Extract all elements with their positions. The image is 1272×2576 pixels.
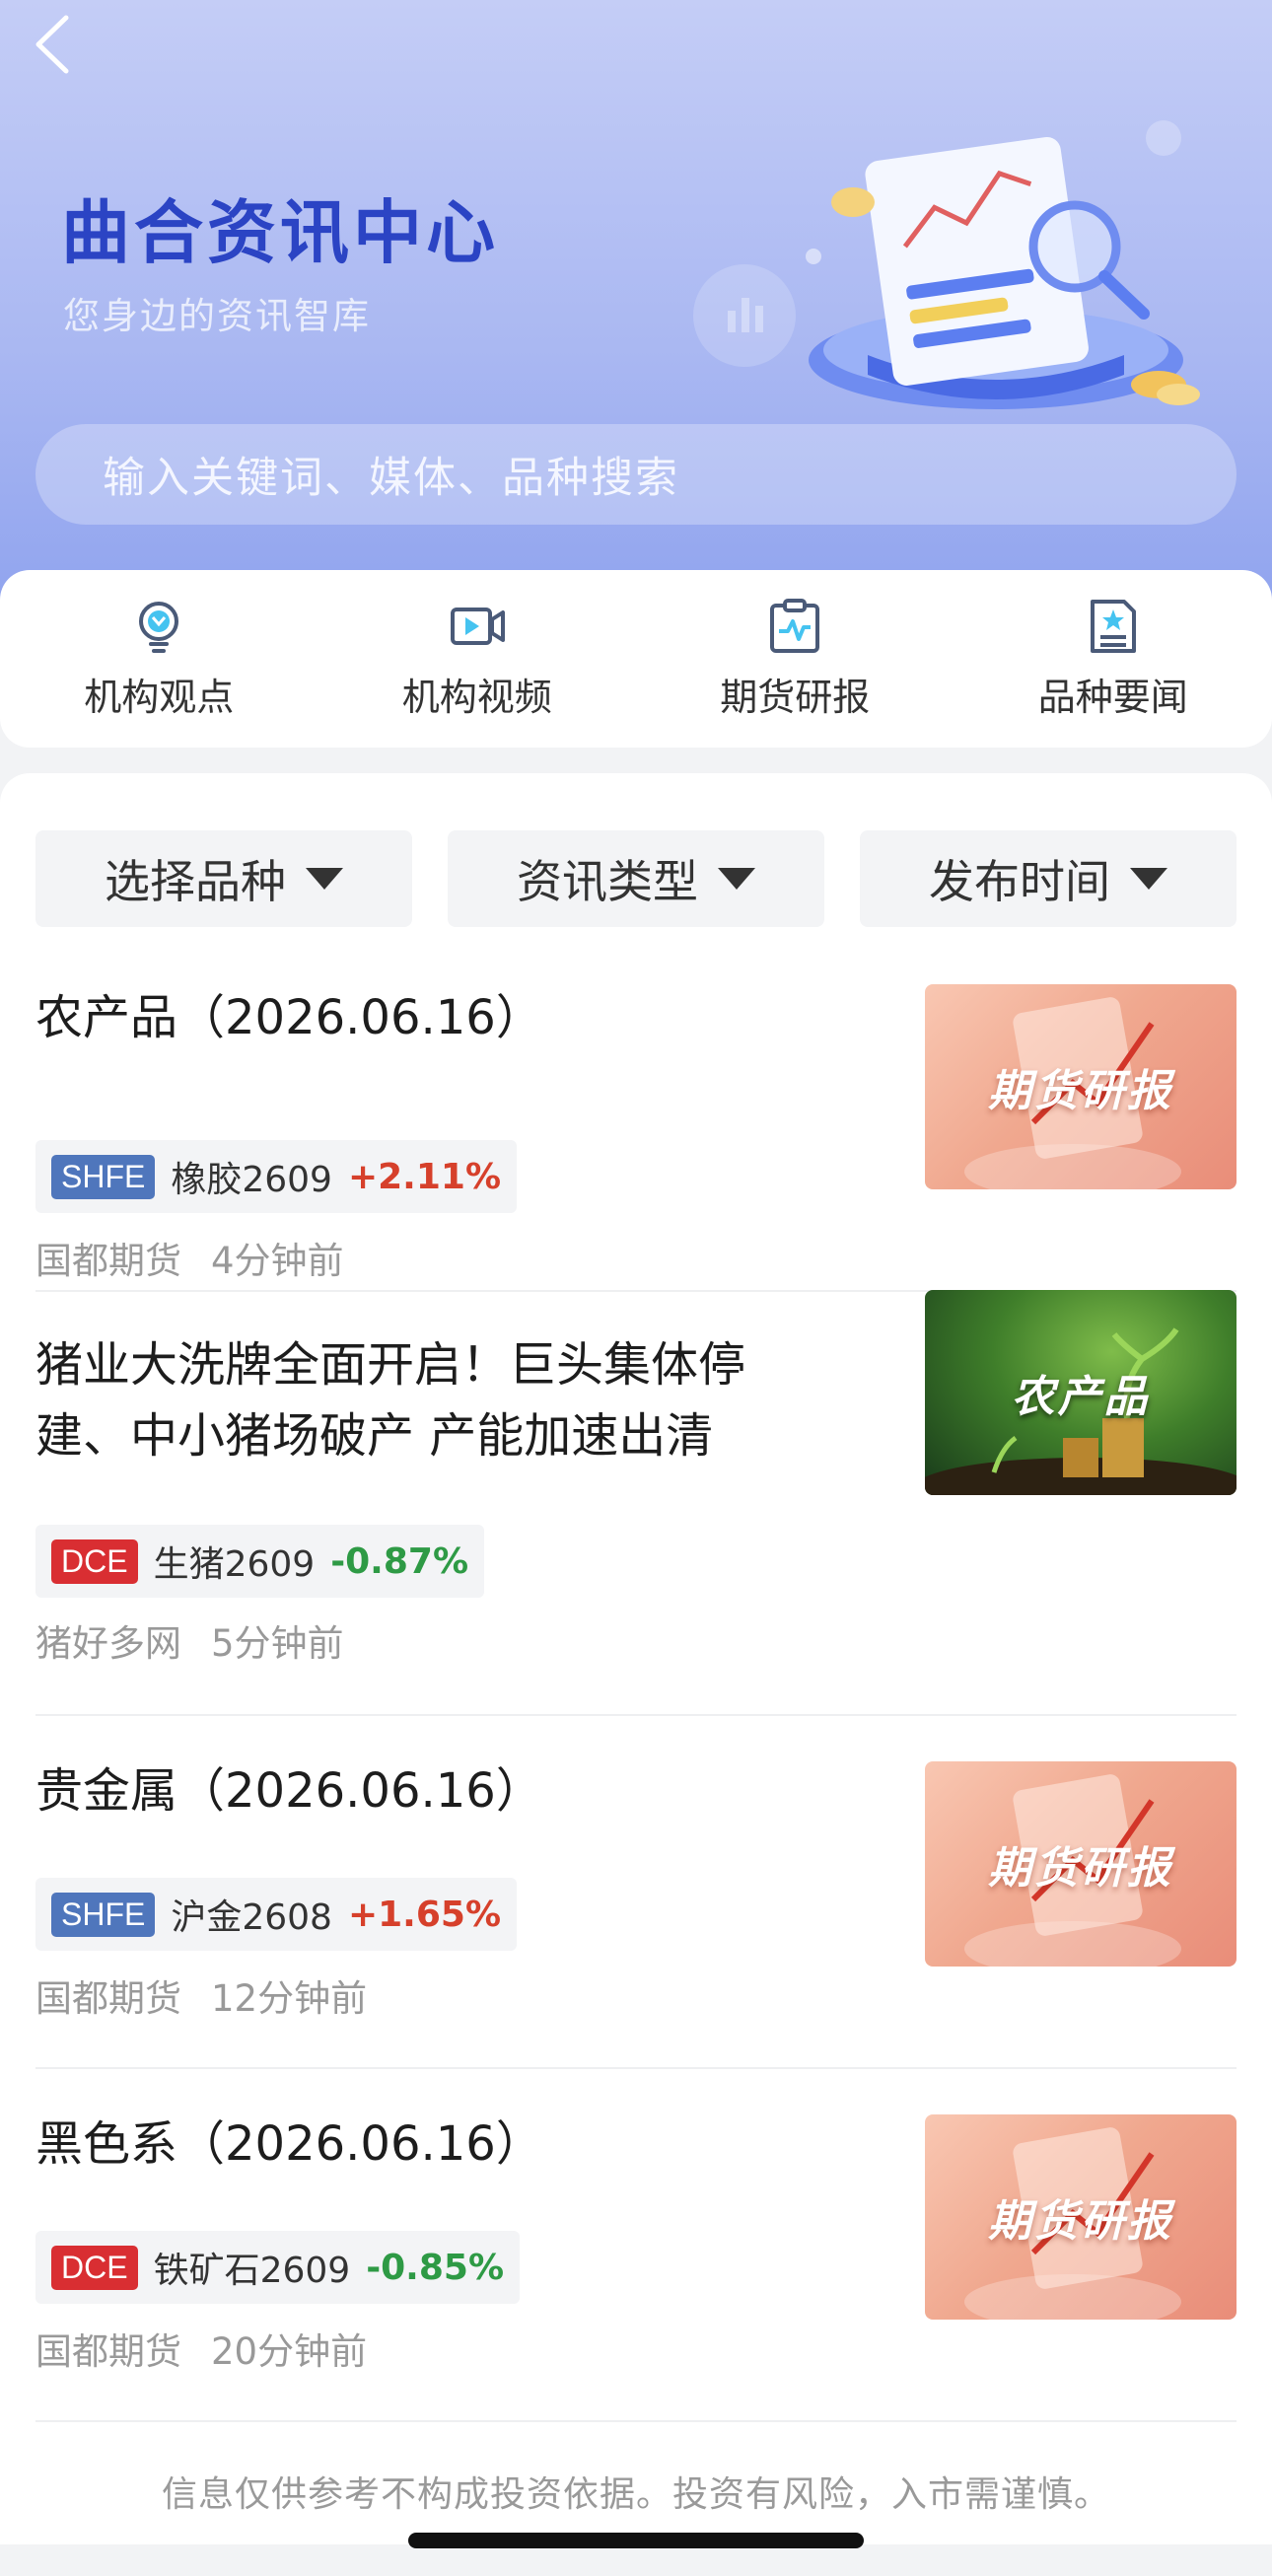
category-variety-news[interactable]: 品种要闻 — [954, 570, 1272, 748]
thumbnail-label: 期货研报 — [988, 1843, 1173, 1894]
video-icon — [450, 608, 505, 645]
caret-down-icon — [1130, 868, 1167, 890]
category-label: 机构视频 — [401, 676, 552, 719]
caret-down-icon — [718, 868, 755, 890]
contract-name: 沪金2608 — [171, 1897, 332, 1938]
page-title: 曲合资讯中心 — [61, 192, 499, 273]
category-label: 品种要闻 — [1037, 676, 1188, 719]
exchange-badge: DCE — [51, 1538, 138, 1584]
price-change: -0.85% — [366, 2247, 505, 2288]
news-item[interactable]: 农产品（2026.06.16） SHFE 橡胶2609 +2.11% 国都期货 4… — [35, 980, 1237, 1292]
search-placeholder: 输入关键词、媒体、品种搜索 — [103, 454, 679, 503]
chevron-left-icon — [35, 15, 69, 74]
category-label: 机构观点 — [84, 676, 235, 719]
thumbnail-label: 农产品 — [1011, 1372, 1151, 1422]
category-institution-videos[interactable]: 机构视频 — [318, 570, 637, 748]
caret-down-icon — [306, 868, 343, 890]
risk-disclaimer: 信息仅供参考不构成投资依据。投资有风险，入市需谨慎。 — [161, 2474, 1110, 2515]
contract-tag[interactable]: DCE 铁矿石2609 -0.85% — [35, 2231, 521, 2304]
filter-variety-dropdown[interactable]: 选择品种 — [35, 830, 412, 927]
contract-tag[interactable]: SHFE 沪金2608 +1.65% — [35, 1878, 518, 1951]
category-bar: 机构观点 机构视频 期货研报 品种要闻 — [0, 570, 1272, 748]
back-button[interactable] — [28, 14, 77, 75]
filter-label: 资讯类型 — [517, 855, 698, 908]
price-change: +1.65% — [347, 1894, 502, 1935]
news-title: 农产品（2026.06.16） — [35, 990, 543, 1045]
news-time: 20分钟前 — [211, 2330, 368, 2373]
news-item[interactable]: 黑色系（2026.06.16） DCE 铁矿石2609 -0.85% 国都期货 2… — [35, 2069, 1237, 2422]
thumbnail-label: 期货研报 — [988, 1066, 1173, 1116]
price-change: -0.87% — [330, 1540, 469, 1582]
news-time: 4分钟前 — [211, 1240, 344, 1282]
news-item[interactable]: 贵金属（2026.06.16） SHFE 沪金2608 +1.65% 国都期货 1… — [35, 1716, 1237, 2069]
news-source: 国都期货 — [35, 2330, 181, 2373]
news-source: 国都期货 — [35, 1240, 181, 1282]
news-source: 猪好多网 — [35, 1622, 181, 1665]
report-illustration-icon — [693, 120, 1200, 409]
news-source: 国都期货 — [35, 1977, 181, 2020]
star-document-icon — [1090, 600, 1136, 653]
exchange-badge: DCE — [51, 2245, 138, 2290]
search-input[interactable]: 输入关键词、媒体、品种搜索 — [35, 424, 1237, 525]
hero-banner: 曲合资讯中心 您身边的资讯智库 输入关键词、媒体、品种搜索 — [0, 0, 1272, 631]
page-subtitle: 您身边的资讯智库 — [63, 295, 371, 337]
news-meta: 猪好多网 5分钟前 — [35, 1613, 344, 1667]
news-title: 黑色系（2026.06.16） — [35, 2116, 543, 2172]
contract-name: 橡胶2609 — [171, 1160, 332, 1200]
contract-name: 铁矿石2609 — [153, 2251, 351, 2291]
filter-time-dropdown[interactable]: 发布时间 — [860, 830, 1237, 927]
news-title: 贵金属（2026.06.16） — [35, 1763, 543, 1819]
contract-tag[interactable]: DCE 生猪2609 -0.87% — [35, 1525, 485, 1598]
news-item[interactable]: 猪业大洗牌全面开启！巨头集体停建、中小猪场破产 产能加速出清 DCE 生猪260… — [35, 1290, 1237, 1716]
filter-panel: 选择品种 资讯类型 发布时间 — [0, 773, 1272, 941]
category-futures-research[interactable]: 期货研报 — [636, 570, 954, 748]
category-label: 期货研报 — [720, 676, 871, 719]
news-feed: 农产品（2026.06.16） SHFE 橡胶2609 +2.11% 国都期货 4… — [0, 941, 1272, 2576]
clipboard-chart-icon — [770, 599, 820, 653]
news-meta: 国都期货 12分钟前 — [35, 1968, 367, 2022]
filter-label: 选择品种 — [105, 855, 286, 908]
news-meta: 国都期货 20分钟前 — [35, 2322, 367, 2375]
news-thumbnail[interactable]: 期货研报 — [925, 1761, 1237, 1967]
filter-label: 发布时间 — [929, 855, 1110, 908]
news-title: 猪业大洗牌全面开启！巨头集体停建、中小猪场破产 产能加速出清 — [35, 1337, 746, 1464]
contract-name: 生猪2609 — [153, 1544, 316, 1585]
news-thumbnail[interactable]: 期货研报 — [925, 984, 1237, 1189]
lightbulb-icon — [139, 602, 179, 653]
news-time: 12分钟前 — [211, 1977, 368, 2020]
filter-type-dropdown[interactable]: 资讯类型 — [448, 830, 824, 927]
thumbnail-label: 期货研报 — [988, 2196, 1173, 2247]
bottom-safe-area — [0, 2544, 1272, 2576]
news-meta: 国都期货 4分钟前 — [35, 1231, 344, 1284]
exchange-badge: SHFE — [51, 1154, 156, 1199]
news-thumbnail[interactable]: 农产品 — [925, 1290, 1237, 1495]
exchange-badge: SHFE — [51, 1892, 156, 1937]
home-indicator[interactable] — [408, 2533, 864, 2548]
price-change: +2.11% — [347, 1156, 502, 1197]
news-thumbnail[interactable]: 期货研报 — [925, 2114, 1237, 2320]
contract-tag[interactable]: SHFE 橡胶2609 +2.11% — [35, 1140, 518, 1213]
category-institution-views[interactable]: 机构观点 — [0, 570, 318, 748]
news-time: 5分钟前 — [211, 1622, 344, 1665]
